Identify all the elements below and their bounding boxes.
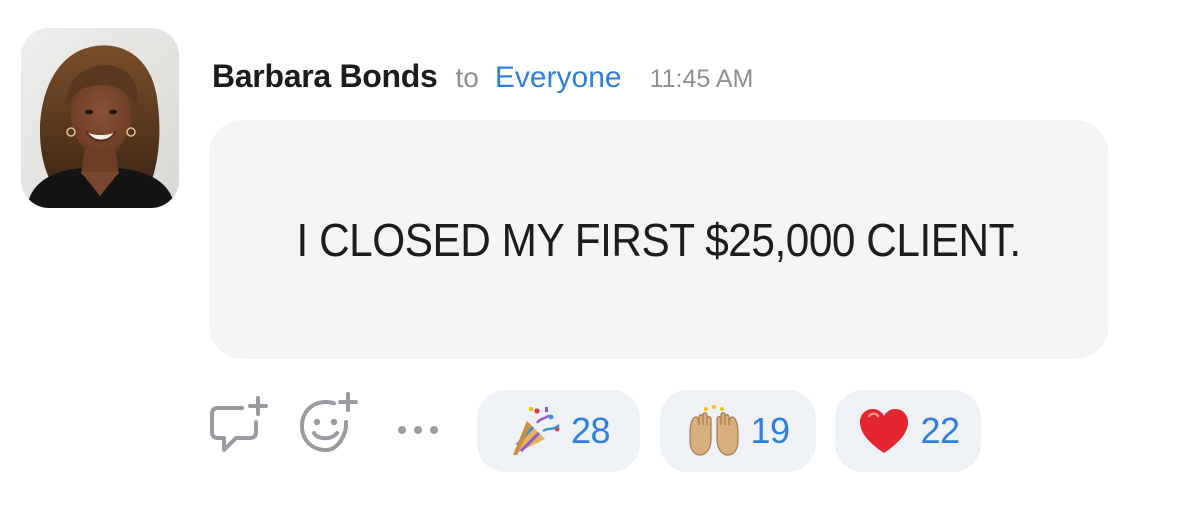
reaction-count: 28 — [570, 410, 611, 451]
red-heart-icon — [856, 403, 912, 459]
sender-avatar[interactable] — [21, 28, 179, 208]
message-text: I CLOSED MY FIRST $25,000 CLIENT. — [296, 213, 1022, 266]
message-bubble: I CLOSED MY FIRST $25,000 CLIENT. — [209, 120, 1109, 359]
more-options-button[interactable] — [390, 410, 448, 450]
to-label: to — [455, 62, 479, 93]
recipient-link[interactable]: Everyone — [495, 61, 622, 95]
reaction-count: 22 — [920, 410, 960, 451]
reaction-raising-hands[interactable]: 19 — [660, 390, 816, 472]
add-reaction-icon — [299, 392, 358, 453]
reply-button[interactable] — [206, 394, 272, 458]
more-options-icon — [398, 426, 438, 434]
add-reaction-button[interactable] — [296, 392, 362, 458]
reaction-party-popper[interactable]: 28 — [477, 390, 640, 472]
message-timestamp: 11:45 AM — [649, 65, 754, 93]
reaction-red-heart[interactable]: 22 — [835, 390, 981, 472]
raising-hands-icon — [686, 403, 742, 459]
reaction-count: 19 — [750, 410, 790, 451]
party-popper-icon — [507, 403, 563, 459]
avatar-portrait — [21, 28, 179, 208]
message-header: Barbara Bonds to Everyone 11:45 AM — [212, 58, 753, 106]
reply-plus-icon — [210, 396, 268, 452]
sender-name[interactable]: Barbara Bonds — [212, 58, 438, 95]
